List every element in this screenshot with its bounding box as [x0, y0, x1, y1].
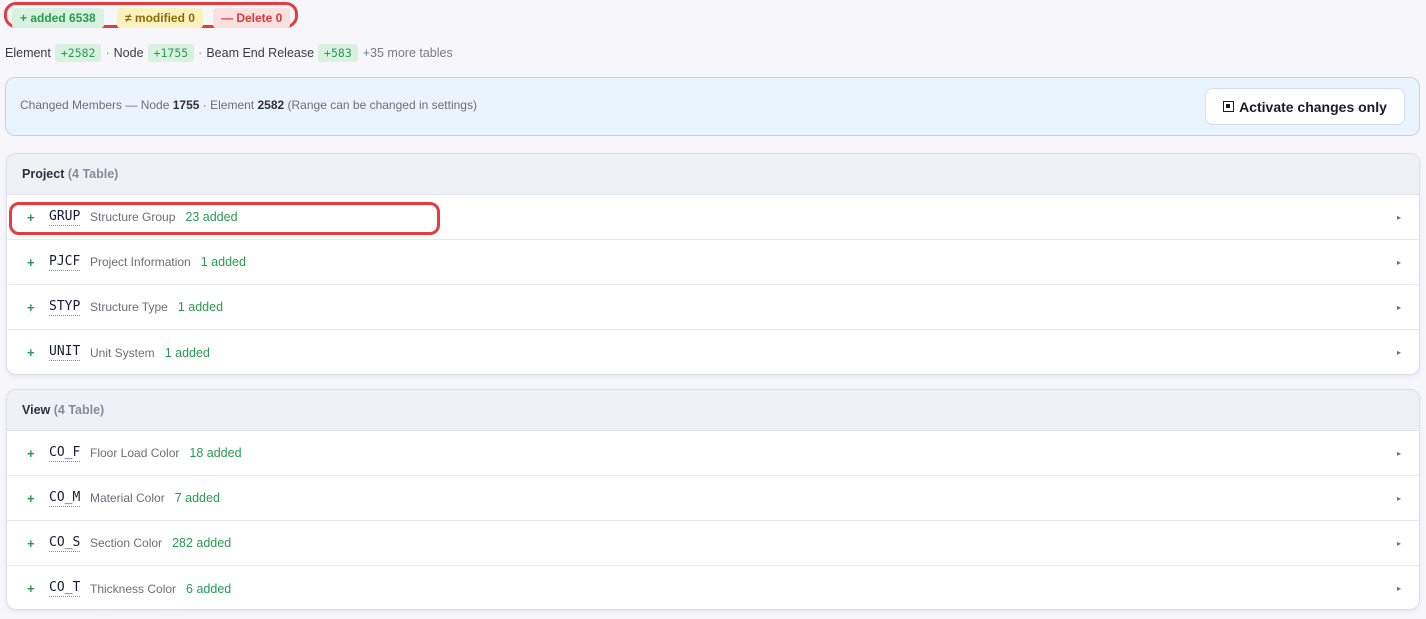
expand-arrow-icon[interactable]: ▸ — [1397, 348, 1401, 357]
added-icon: + — [27, 535, 35, 551]
table-description: Floor Load Color 18 added — [90, 446, 242, 460]
project-section: Project (4 Table) + GRUP Structure Group… — [6, 153, 1420, 375]
section-title: Project — [22, 167, 65, 181]
table-description: Thickness Color 6 added — [90, 582, 231, 596]
separator: · — [105, 46, 110, 60]
table-code[interactable]: PJCF — [49, 254, 81, 271]
changed-members-info: Changed Members — Node 1755 · Element 25… — [5, 77, 1420, 136]
view-section: View (4 Table) + CO_F Floor Load Color 1… — [6, 389, 1420, 610]
added-status: 18 added — [189, 446, 242, 460]
table-code[interactable]: CO_T — [49, 580, 81, 597]
added-icon: + — [27, 299, 35, 315]
added-icon: + — [27, 581, 35, 596]
info-suffix: (Range can be changed in settings) — [284, 98, 477, 112]
expand-arrow-icon[interactable]: ▸ — [1397, 213, 1401, 222]
table-row-co-s[interactable]: + CO_S Section Color 282 added ▸ — [7, 521, 1419, 566]
added-icon: + — [27, 490, 35, 506]
element-chip-label: Element — [5, 46, 51, 60]
added-icon: + — [27, 254, 35, 270]
added-status: 6 added — [186, 581, 232, 596]
added-status: 282 added — [172, 536, 232, 550]
added-icon: + — [27, 445, 35, 461]
expand-arrow-icon[interactable]: ▸ — [1397, 449, 1401, 458]
table-description: Structure Type 1 added — [90, 300, 223, 314]
section-table-count: (4 Table) — [53, 403, 105, 417]
expand-arrow-icon[interactable]: ▸ — [1397, 303, 1401, 312]
table-description-text: Structure Type — [90, 300, 168, 314]
added-icon: + — [27, 209, 35, 225]
table-code[interactable]: STYP — [49, 299, 81, 316]
table-description: Material Color 7 added — [90, 491, 220, 505]
more-tables-text: +35 more tables — [362, 46, 453, 60]
added-status: 1 added — [164, 345, 210, 360]
table-description-text: Material Color — [90, 491, 165, 505]
modified-badge[interactable]: ≠ modified 0 — [117, 8, 203, 28]
diff-summary-page: + added 6538 ≠ modified 0 — Delete 0 Ele… — [0, 0, 1426, 619]
expand-arrow-icon[interactable]: ▸ — [1397, 494, 1401, 503]
node-chip[interactable]: +1755 — [147, 44, 195, 62]
table-code[interactable]: CO_F — [49, 445, 81, 462]
table-description-text: Thickness Color — [90, 581, 177, 596]
info-middle: · Element — [199, 98, 258, 112]
table-code[interactable]: UNIT — [49, 344, 81, 361]
table-description-text: Unit System — [90, 345, 155, 360]
table-description: Unit System 1 added — [90, 346, 210, 360]
added-status: 1 added — [200, 255, 246, 269]
activate-button-label: Activate changes only — [1239, 98, 1387, 115]
separator: · — [198, 46, 203, 60]
beam-end-release-chip[interactable]: +583 — [318, 44, 358, 62]
node-chip-label: Node — [113, 46, 144, 60]
expand-arrow-icon[interactable]: ▸ — [1397, 539, 1401, 548]
info-node-count: 1755 — [172, 98, 200, 112]
element-chip[interactable]: +2582 — [54, 44, 102, 62]
table-description-text: Section Color — [90, 536, 163, 550]
table-chips: Element +2582 · Node +1755 · Beam End Re… — [5, 43, 453, 63]
added-status: 7 added — [174, 491, 220, 505]
table-description: Project Information 1 added — [90, 255, 246, 269]
added-icon: + — [27, 345, 35, 360]
section-header[interactable]: Project (4 Table) — [7, 154, 1419, 195]
section-table-count: (4 Table) — [67, 167, 119, 181]
table-code[interactable]: CO_M — [49, 490, 81, 507]
section-header[interactable]: View (4 Table) — [7, 390, 1419, 431]
table-row-grup[interactable]: + GRUP Structure Group 23 added ▸ — [7, 195, 1419, 240]
table-row-pjcf[interactable]: + PJCF Project Information 1 added ▸ — [7, 240, 1419, 285]
table-description-text: Floor Load Color — [90, 446, 180, 460]
table-code[interactable]: CO_S — [49, 535, 81, 552]
added-badge[interactable]: + added 6538 — [12, 8, 104, 28]
changed-members-text: Changed Members — Node 1755 · Element 25… — [20, 98, 477, 112]
table-row-co-t[interactable]: + CO_T Thickness Color 6 added ▸ — [7, 566, 1419, 609]
table-code[interactable]: GRUP — [49, 209, 81, 226]
table-row-co-m[interactable]: + CO_M Material Color 7 added ▸ — [7, 476, 1419, 521]
checkbox-icon — [1223, 101, 1235, 112]
expand-arrow-icon[interactable]: ▸ — [1397, 258, 1401, 267]
expand-arrow-icon[interactable]: ▸ — [1397, 584, 1401, 593]
deleted-badge[interactable]: — Delete 0 — [213, 8, 291, 28]
section-title: View — [22, 403, 51, 417]
table-row-co-f[interactable]: + CO_F Floor Load Color 18 added ▸ — [7, 431, 1419, 476]
added-status: 1 added — [177, 300, 224, 314]
beam-chip-label: Beam End Release — [206, 46, 315, 60]
info-element-count: 2582 — [257, 98, 285, 112]
added-status: 23 added — [185, 210, 238, 224]
activate-changes-only-button[interactable]: Activate changes only — [1205, 88, 1405, 125]
change-summary: + added 6538 ≠ modified 0 — Delete 0 — [4, 2, 298, 28]
table-row-styp[interactable]: + STYP Structure Type 1 added ▸ — [7, 285, 1419, 330]
table-description: Section Color 282 added — [90, 536, 231, 550]
table-description-text: Structure Group — [90, 210, 176, 224]
table-description: Structure Group 23 added — [90, 210, 238, 224]
table-description-text: Project Information — [90, 255, 191, 269]
info-prefix: Changed Members — Node — [20, 98, 173, 112]
table-row-unit[interactable]: + UNIT Unit System 1 added ▸ — [7, 330, 1419, 374]
